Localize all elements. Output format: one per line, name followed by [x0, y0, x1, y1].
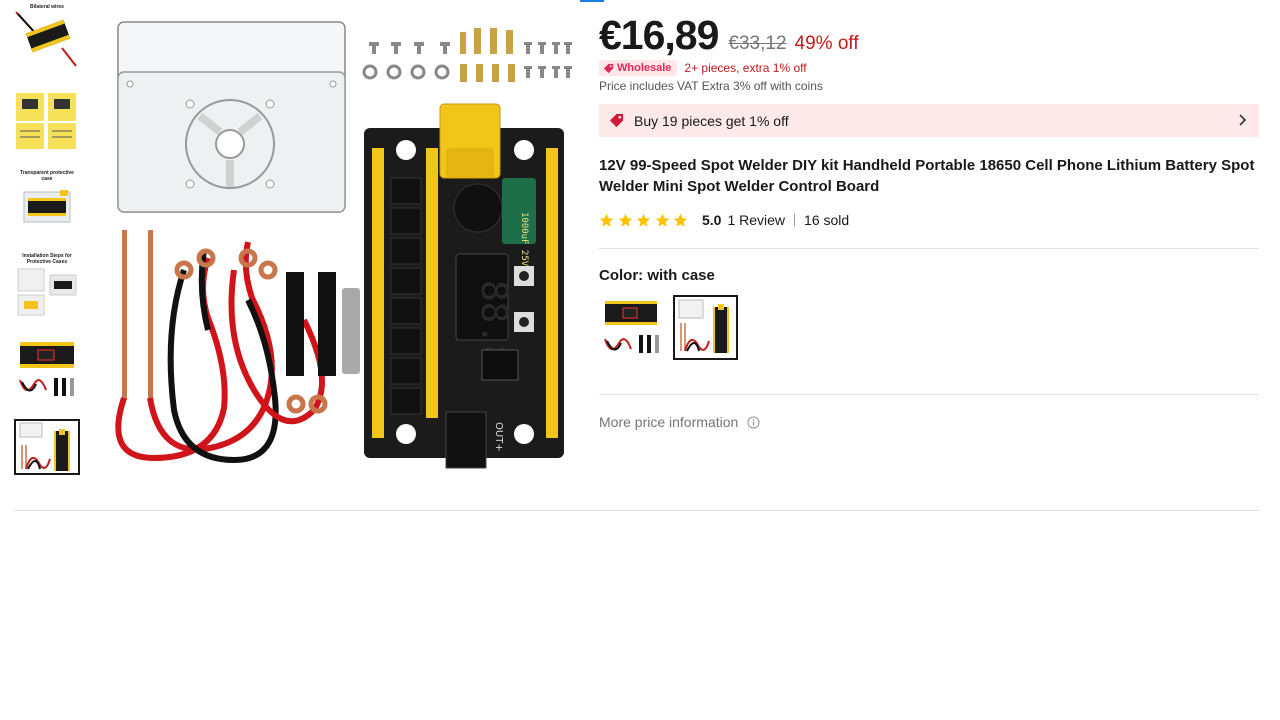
board-label: OUT+ [493, 422, 504, 452]
star-icon [655, 213, 670, 227]
price-row: €16,89 €33,12 49% off [599, 12, 859, 59]
tag-icon [603, 63, 614, 73]
thumbnail-3[interactable]: Transparent protective case [14, 170, 80, 236]
thumbnail-caption: Transparent protective case [20, 170, 74, 182]
thumbnail-list: Bilateral wires Transparent protective c… [14, 4, 80, 492]
thumbnail-5[interactable] [14, 336, 80, 402]
thumbnail-6[interactable] [14, 419, 80, 475]
top-indicator [580, 0, 604, 2]
wholesale-offer: 2+ pieces, extra 1% off [684, 61, 807, 75]
chevron-right-icon [1239, 114, 1247, 126]
star-icon [599, 213, 614, 227]
sold-count: 16 sold [804, 212, 850, 228]
star-icon [618, 213, 632, 227]
spot-welder-kit-image: 1000uF 25V 88.8 OUT+ [115, 21, 572, 469]
rating-row: 5.0 1 Review 16 sold [599, 212, 849, 228]
product-title: 12V 99-Speed Spot Welder DIY kit Handhel… [599, 157, 1255, 195]
bulk-promo-banner[interactable]: Buy 19 pieces get 1% off [599, 104, 1259, 137]
wholesale-badge: Wholesale [599, 60, 678, 76]
acrylic-case-part [117, 21, 346, 213]
control-board: 1000uF 25V 88.8 OUT+ [364, 103, 564, 469]
section-divider [14, 510, 1260, 511]
capacitor-label: 1000uF 25V [519, 212, 529, 267]
more-price-info-label: More price information [599, 414, 739, 430]
thumbnail-caption: Bilateral wires [30, 4, 64, 10]
color-options [599, 295, 747, 360]
thumbnail-caption: Installation Steps for Protective Cases [22, 253, 72, 265]
wholesale-row: Wholesale 2+ pieces, extra 1% off [599, 60, 807, 76]
thumbnail-1[interactable]: Bilateral wires [14, 4, 80, 70]
thumbnail-4[interactable]: Installation Steps for Protective Cases [14, 253, 80, 319]
star-icon [674, 213, 688, 227]
thumbnail-image [16, 93, 76, 149]
reviews-link[interactable]: 1 Review [727, 212, 785, 228]
divider [794, 214, 796, 226]
divider [599, 394, 1259, 395]
color-label: Color: with case [599, 267, 715, 284]
discount-label: 49% off [794, 33, 859, 54]
thumbnail-2[interactable] [14, 87, 80, 153]
current-price: €16,89 [599, 12, 719, 58]
vat-note: Price includes VAT Extra 3% off with coi… [599, 79, 823, 93]
color-option-with-case[interactable] [673, 295, 738, 360]
main-product-image[interactable]: 1000uF 25V 88.8 OUT+ [104, 8, 580, 478]
info-icon[interactable] [747, 415, 760, 429]
rating-score: 5.0 [701, 212, 722, 228]
swatch-image [604, 301, 659, 353]
more-price-info-link[interactable]: More price information [599, 414, 760, 430]
tag-icon [609, 113, 624, 128]
wholesale-badge-label: Wholesale [617, 62, 672, 74]
screws-and-standoffs [362, 28, 572, 82]
accessories [286, 272, 360, 376]
promo-text: Buy 19 pieces get 1% off [634, 112, 789, 129]
divider [599, 248, 1259, 249]
star-rating [599, 213, 692, 228]
color-option-without-case[interactable] [599, 295, 664, 360]
original-price: €33,12 [728, 33, 787, 54]
thumbnail-image [15, 11, 77, 67]
swatch-image [678, 299, 729, 353]
thumbnail-image [19, 422, 70, 471]
star-icon [636, 213, 651, 227]
thumbnail-image [19, 342, 74, 396]
